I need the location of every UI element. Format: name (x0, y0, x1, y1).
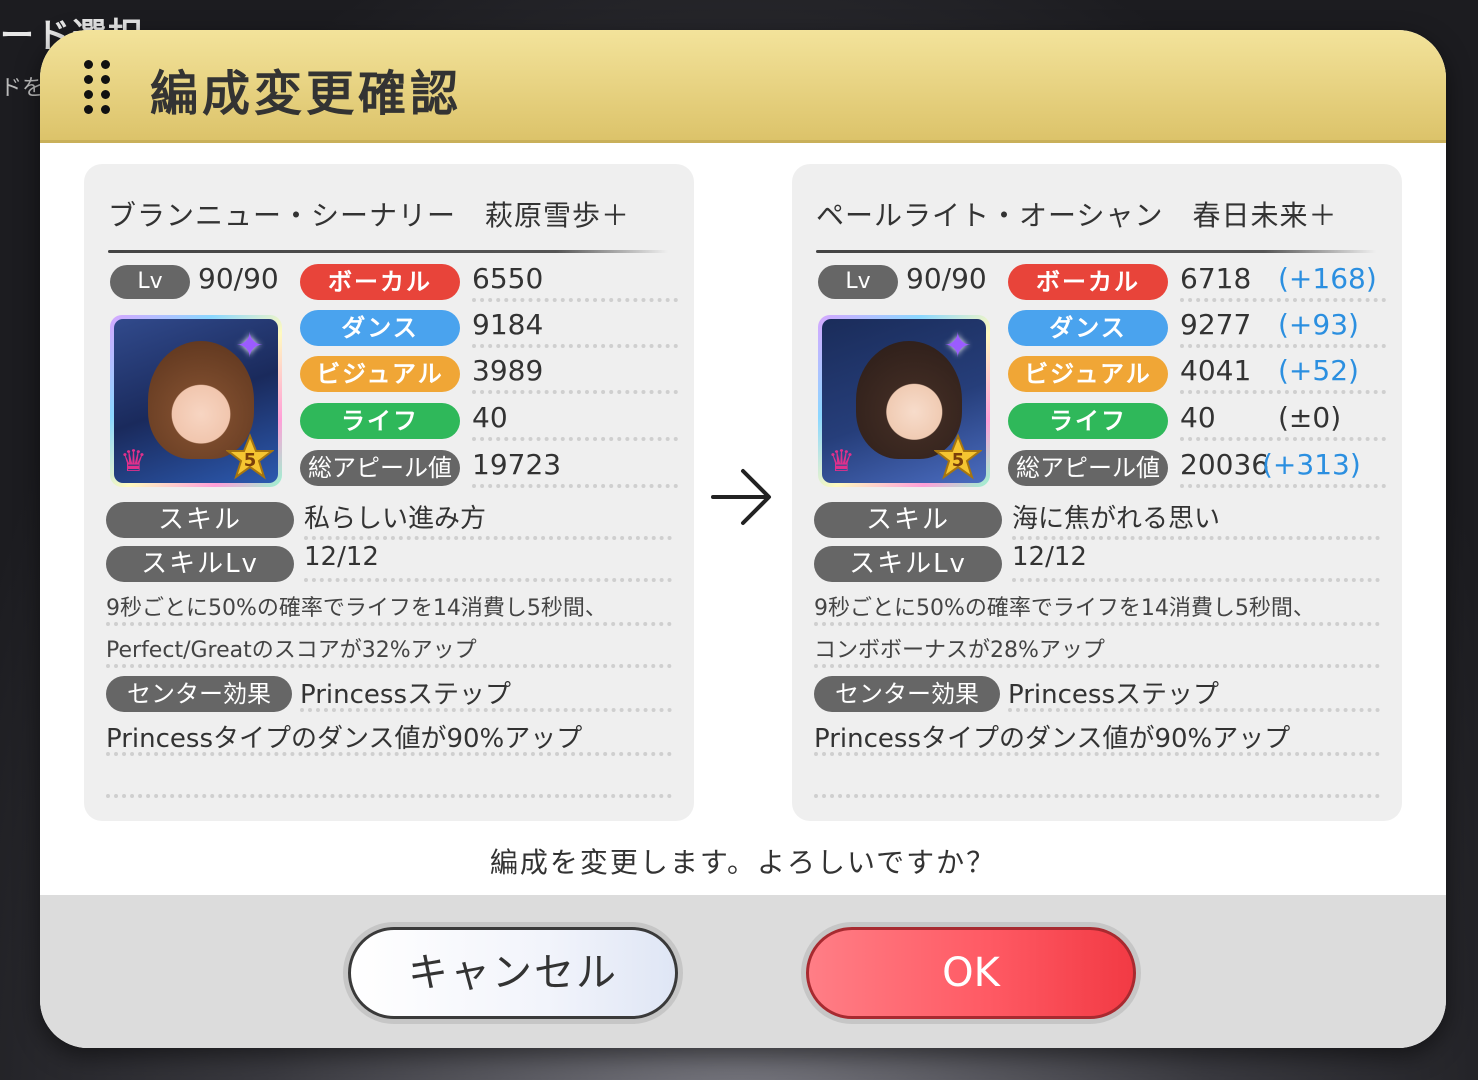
svg-text:5: 5 (244, 450, 257, 471)
card-after-panel: ペールライト・オーシャン 春日未来＋ Lv 90/90 ✦ ♛ 5 ボーカル 6… (792, 164, 1402, 821)
card-thumbnail[interactable]: ✦ ♛ 5 (818, 315, 990, 487)
stat-total: 総アピール値 20036 (+313) (1008, 448, 1388, 488)
stat-life: ライフ 40 (300, 401, 680, 441)
stat-dance: ダンス 9277 (+93) (1008, 308, 1388, 348)
skill-description-2: Perfect/Greatのスコアが32%アップ (106, 638, 477, 663)
life-value: 40 (472, 401, 508, 434)
visual-diff: (+52) (1278, 354, 1359, 387)
total-diff: (+313) (1262, 448, 1361, 481)
level-value: 90/90 (906, 262, 987, 295)
skill-description-2: コンボボーナスが28%アップ (814, 638, 1105, 663)
cancel-button[interactable]: キャンセル (348, 927, 678, 1019)
sparkle-icon: ✦ (943, 326, 973, 366)
divider (108, 250, 668, 253)
skill-level-value: 12/12 (1012, 542, 1087, 572)
skill-name: 海に焦がれる思い (1012, 504, 1221, 534)
drag-dots-icon (84, 60, 110, 116)
card-name: ペールライト・オーシャン 春日未来＋ (816, 199, 1338, 232)
dance-diff: (+93) (1278, 308, 1359, 341)
dialog-title: 編成変更確認 (150, 66, 463, 122)
center-effect-description: Princessタイプのダンス値が90%アップ (814, 724, 1291, 754)
level-label: Lv (818, 265, 898, 299)
stat-dance: ダンス 9184 (300, 308, 680, 348)
life-value: 40 (1180, 401, 1216, 434)
dialog-header: 編成変更確認 (40, 30, 1446, 143)
center-effect-name: Princessステップ (300, 680, 511, 710)
center-effect-label: センター効果 (106, 676, 292, 712)
card-before-panel: ブランニュー・シーナリー 萩原雪歩＋ Lv 90/90 ✦ ♛ 5 ボーカル 6… (84, 164, 694, 821)
dance-value: 9184 (472, 308, 544, 341)
skill-label: スキル (106, 502, 294, 538)
dance-label: ダンス (1008, 310, 1168, 346)
sparkle-icon: ✦ (235, 326, 265, 366)
dance-value: 9277 (1180, 308, 1252, 341)
stat-visual: ビジュアル 4041 (+52) (1008, 354, 1388, 394)
vocal-label: ボーカル (300, 264, 460, 300)
divider (816, 250, 1376, 253)
vocal-value: 6550 (472, 262, 544, 295)
dialog-body: ブランニュー・シーナリー 萩原雪歩＋ Lv 90/90 ✦ ♛ 5 ボーカル 6… (40, 143, 1446, 895)
visual-value: 4041 (1180, 354, 1252, 387)
svg-text:5: 5 (952, 450, 965, 471)
skill-label: スキル (814, 502, 1002, 538)
background-subtitle: ドを (0, 76, 45, 101)
crown-icon: ♛ (120, 444, 147, 479)
stat-vocal: ボーカル 6718 (+168) (1008, 262, 1388, 302)
skill-description-1: 9秒ごとに50%の確率でライフを14消費し5秒間、 (814, 596, 1315, 621)
center-effect-description: Princessタイプのダンス値が90%アップ (106, 724, 583, 754)
life-diff: (±0) (1278, 401, 1342, 434)
life-label: ライフ (300, 403, 460, 439)
total-value: 19723 (472, 448, 562, 481)
skill-description-1: 9秒ごとに50%の確率でライフを14消費し5秒間、 (106, 596, 607, 621)
visual-value: 3989 (472, 354, 544, 387)
skill-level-value: 12/12 (304, 542, 379, 572)
center-effect-label: センター効果 (814, 676, 1000, 712)
dance-label: ダンス (300, 310, 460, 346)
skill-level-label: スキルLv (106, 546, 294, 582)
life-label: ライフ (1008, 403, 1168, 439)
confirm-message: 編成を変更します。よろしいですか？ (489, 846, 997, 879)
stat-total: 総アピール値 19723 (300, 448, 680, 488)
skill-name: 私らしい進み方 (304, 504, 487, 534)
ok-button[interactable]: OK (806, 927, 1136, 1019)
formation-change-dialog: 編成変更確認 ブランニュー・シーナリー 萩原雪歩＋ Lv 90/90 ✦ ♛ 5… (40, 30, 1446, 1048)
skill-level-label: スキルLv (814, 546, 1002, 582)
right-arrow-icon (707, 463, 775, 531)
total-label: 総アピール値 (300, 450, 460, 486)
star-rank-icon: 5 (933, 433, 983, 481)
vocal-label: ボーカル (1008, 264, 1168, 300)
stat-visual: ビジュアル 3989 (300, 354, 680, 394)
level-label: Lv (110, 265, 190, 299)
star-rank-icon: 5 (225, 433, 275, 481)
level-value: 90/90 (198, 262, 279, 295)
center-effect-name: Princessステップ (1008, 680, 1219, 710)
total-value: 20036 (1180, 448, 1270, 481)
stat-vocal: ボーカル 6550 (300, 262, 680, 302)
vocal-diff: (+168) (1278, 262, 1377, 295)
card-name: ブランニュー・シーナリー 萩原雪歩＋ (108, 199, 631, 232)
total-label: 総アピール値 (1008, 450, 1168, 486)
crown-icon: ♛ (828, 444, 855, 479)
card-thumbnail[interactable]: ✦ ♛ 5 (110, 315, 282, 487)
vocal-value: 6718 (1180, 262, 1252, 295)
dialog-footer: キャンセル OK (40, 895, 1446, 1048)
stat-life: ライフ 40 (±0) (1008, 401, 1388, 441)
visual-label: ビジュアル (1008, 356, 1168, 392)
visual-label: ビジュアル (300, 356, 460, 392)
